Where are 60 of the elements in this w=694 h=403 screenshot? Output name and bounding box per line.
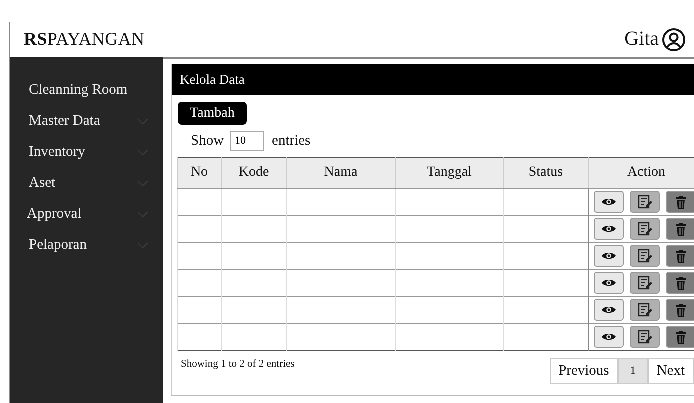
delete-button[interactable] bbox=[666, 299, 694, 321]
page-button[interactable]: Previous bbox=[550, 358, 618, 384]
column-header: Nama bbox=[286, 158, 396, 188]
edit-button[interactable] bbox=[630, 245, 660, 267]
add-button[interactable]: Tambah bbox=[178, 102, 247, 125]
brand-logo: RSPAYANGAN bbox=[24, 29, 145, 50]
view-button[interactable] bbox=[594, 191, 624, 213]
column-header: Action bbox=[588, 158, 694, 188]
eye-icon bbox=[601, 223, 617, 235]
view-button[interactable] bbox=[594, 272, 624, 294]
entries-label: entries bbox=[272, 132, 311, 150]
edit-icon bbox=[638, 330, 652, 344]
page-size-field[interactable]: 10 bbox=[230, 131, 264, 151]
sidebar-item[interactable]: Inventory bbox=[10, 137, 163, 168]
edit-button[interactable] bbox=[630, 299, 660, 321]
trash-icon bbox=[675, 250, 687, 262]
view-button[interactable] bbox=[594, 245, 624, 267]
page-button[interactable]: 1 bbox=[618, 358, 648, 384]
edit-icon bbox=[638, 195, 652, 209]
view-button[interactable] bbox=[594, 326, 624, 348]
page-button[interactable]: Next bbox=[648, 358, 694, 384]
delete-button[interactable] bbox=[666, 245, 694, 267]
sidebar-item[interactable]: Master Data bbox=[10, 106, 163, 137]
delete-button[interactable] bbox=[666, 272, 694, 294]
eye-icon bbox=[601, 331, 617, 343]
delete-button[interactable] bbox=[666, 326, 694, 348]
view-button[interactable] bbox=[594, 218, 624, 240]
edit-icon bbox=[638, 276, 652, 290]
edit-button[interactable] bbox=[630, 272, 660, 294]
edit-icon bbox=[638, 303, 652, 317]
column-header: Status bbox=[504, 158, 588, 188]
delete-button[interactable] bbox=[666, 191, 694, 213]
eye-icon bbox=[601, 277, 617, 289]
edit-button[interactable] bbox=[630, 218, 660, 240]
edit-button[interactable] bbox=[630, 326, 660, 348]
eye-icon bbox=[601, 196, 617, 208]
view-button[interactable] bbox=[594, 299, 624, 321]
delete-button[interactable] bbox=[666, 218, 694, 240]
sidebar-item[interactable]: Approval bbox=[10, 199, 163, 230]
user-name: Gita bbox=[624, 28, 659, 51]
sidebar-item[interactable]: Aset bbox=[10, 168, 163, 199]
show-label: Show bbox=[191, 132, 224, 150]
trash-icon bbox=[675, 330, 687, 344]
edit-icon bbox=[638, 249, 652, 263]
column-header: Kode bbox=[222, 158, 286, 188]
trash-icon bbox=[675, 222, 687, 236]
sidebar-item[interactable]: Cleanning Room bbox=[10, 75, 163, 106]
trash-icon bbox=[675, 304, 687, 316]
eye-icon bbox=[601, 304, 617, 316]
entries-info: Showing 1 to 2 of 2 entries bbox=[181, 359, 295, 370]
eye-icon bbox=[601, 250, 617, 262]
user-avatar-icon bbox=[662, 28, 686, 52]
trash-icon bbox=[675, 196, 687, 208]
column-header: No bbox=[178, 158, 222, 188]
panel-title: Kelola Data bbox=[172, 64, 694, 95]
sidebar-item[interactable]: Pelaporan bbox=[10, 230, 163, 261]
edit-icon bbox=[638, 222, 652, 236]
edit-button[interactable] bbox=[630, 191, 660, 213]
trash-icon bbox=[675, 276, 687, 290]
column-header: Tanggal bbox=[396, 158, 504, 188]
